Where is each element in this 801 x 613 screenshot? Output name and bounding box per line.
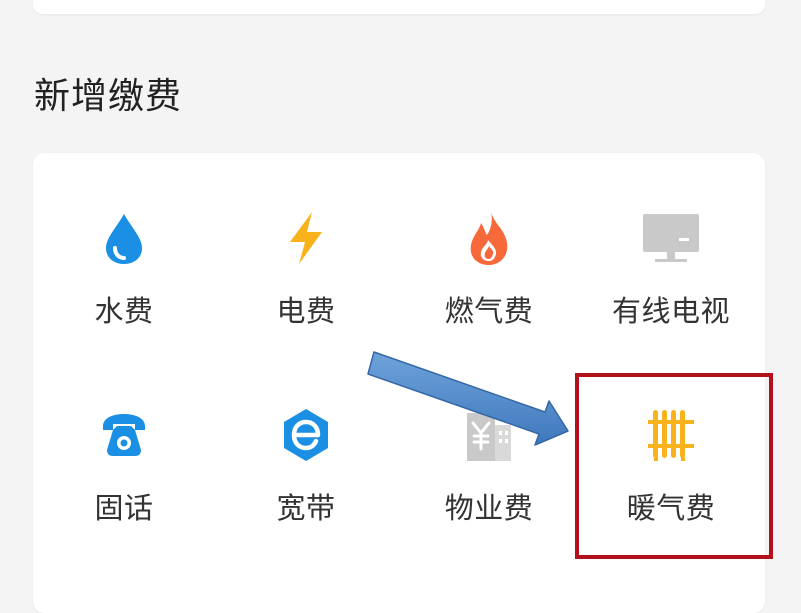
service-label: 燃气费 xyxy=(444,294,534,328)
section-title: 新增缴费 xyxy=(34,76,183,117)
telephone-icon xyxy=(94,405,154,465)
service-label: 暖气费 xyxy=(626,491,716,525)
water-drop-icon xyxy=(94,208,154,268)
tv-icon xyxy=(641,208,701,268)
service-label: 有线电视 xyxy=(611,294,730,328)
radiator-icon xyxy=(641,405,701,465)
service-electricity[interactable]: 电费 xyxy=(215,208,397,378)
building-yen-icon xyxy=(459,405,519,465)
service-broadband[interactable]: 宽带 xyxy=(215,405,397,575)
previous-card xyxy=(33,0,765,14)
service-label: 水费 xyxy=(94,294,154,328)
service-label: 固话 xyxy=(94,491,154,525)
service-water[interactable]: 水费 xyxy=(33,208,215,378)
service-landline[interactable]: 固话 xyxy=(33,405,215,575)
lightning-icon xyxy=(276,208,336,268)
broadband-e-icon xyxy=(276,405,336,465)
service-gas[interactable]: 燃气费 xyxy=(398,208,580,378)
service-cable-tv[interactable]: 有线电视 xyxy=(580,208,762,378)
flame-icon xyxy=(459,208,519,268)
service-label: 物业费 xyxy=(444,491,534,525)
service-label: 宽带 xyxy=(276,491,336,525)
service-label: 电费 xyxy=(276,294,336,328)
service-property[interactable]: 物业费 xyxy=(398,405,580,575)
service-heating[interactable]: 暖气费 xyxy=(580,405,762,575)
